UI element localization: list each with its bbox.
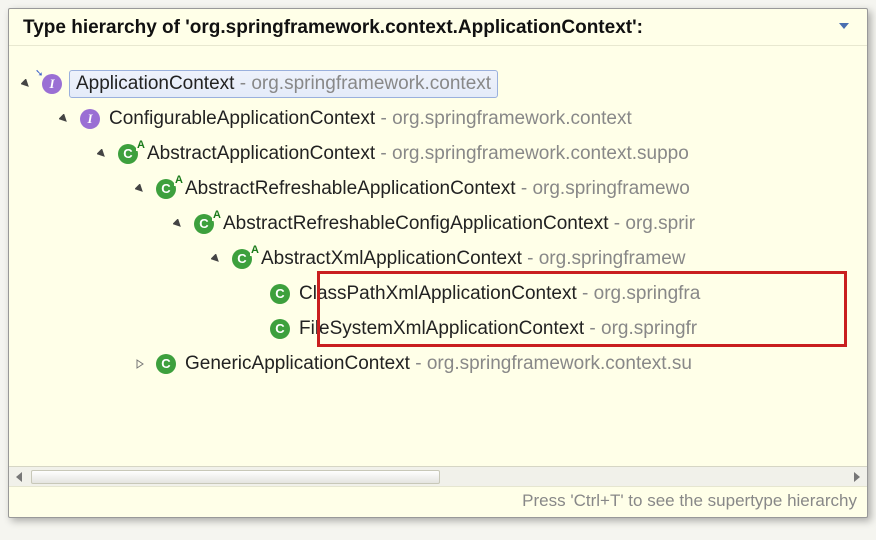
- footer-hint: Press 'Ctrl+T' to see the supertype hier…: [9, 486, 867, 517]
- node-label-group[interactable]: ClassPathXmlApplicationContext - org.spr…: [299, 283, 700, 305]
- class-icon: C: [269, 318, 291, 340]
- node-label-group[interactable]: AbstractXmlApplicationContext - org.spri…: [261, 248, 686, 270]
- collapse-icon[interactable]: [169, 215, 187, 233]
- tree-node[interactable]: CA AbstractRefreshableConfigApplicationCo…: [17, 206, 859, 241]
- node-label-group[interactable]: AbstractRefreshableConfigApplicationCont…: [223, 213, 695, 235]
- separator: -: [584, 318, 601, 339]
- tree-node[interactable]: CA AbstractApplicationContext - org.sprin…: [17, 136, 859, 171]
- dropdown-icon: [837, 21, 851, 31]
- view-title: Type hierarchy of 'org.springframework.c…: [23, 17, 643, 39]
- class-icon: CA: [231, 248, 253, 270]
- node-label-group[interactable]: AbstractRefreshableApplicationContext - …: [185, 178, 690, 200]
- separator: -: [410, 353, 427, 374]
- class-icon: CA: [193, 213, 215, 235]
- node-label-group[interactable]: ApplicationContext - org.springframework…: [69, 70, 498, 98]
- separator: -: [375, 108, 392, 129]
- collapse-icon[interactable]: [131, 180, 149, 198]
- collapse-icon[interactable]: [93, 145, 111, 163]
- package-name: org.springframework.context: [392, 108, 632, 129]
- collapse-icon[interactable]: [55, 110, 73, 128]
- collapse-icon[interactable]: [207, 250, 225, 268]
- tree-node[interactable]: C ClassPathXmlApplicationContext - org.sp…: [17, 276, 859, 311]
- tree-node[interactable]: C FileSystemXmlApplicationContext - org.s…: [17, 311, 859, 346]
- scroll-thumb[interactable]: [31, 470, 440, 484]
- type-name: ClassPathXmlApplicationContext: [299, 283, 577, 304]
- node-label-group[interactable]: FileSystemXmlApplicationContext - org.sp…: [299, 318, 697, 340]
- horizontal-scrollbar[interactable]: [9, 466, 867, 486]
- expand-icon[interactable]: [131, 355, 149, 373]
- separator: -: [522, 248, 539, 269]
- package-name: org.springframewo: [532, 178, 689, 199]
- collapse-icon[interactable]: [17, 75, 35, 93]
- triangle-left-icon: [15, 472, 23, 482]
- package-name: org.springfra: [594, 283, 701, 304]
- package-name: org.springframework.context.su: [427, 353, 692, 374]
- type-name: AbstractApplicationContext: [147, 143, 375, 164]
- package-name: org.springfr: [601, 318, 697, 339]
- hierarchy-tree[interactable]: I➘ApplicationContext - org.springframewo…: [9, 46, 867, 466]
- tree-node[interactable]: I ConfigurableApplicationContext - org.sp…: [17, 101, 859, 136]
- separator: -: [609, 213, 626, 234]
- type-name: ApplicationContext: [76, 73, 234, 94]
- tree-node[interactable]: CA AbstractXmlApplicationContext - org.sp…: [17, 241, 859, 276]
- view-header: Type hierarchy of 'org.springframework.c…: [9, 9, 867, 46]
- class-icon: CA: [117, 143, 139, 165]
- abstract-decorator-icon: A: [250, 244, 260, 256]
- separator: -: [577, 283, 594, 304]
- type-name: FileSystemXmlApplicationContext: [299, 318, 584, 339]
- interface-icon: I➘: [41, 73, 63, 95]
- node-label-group[interactable]: ConfigurableApplicationContext - org.spr…: [109, 108, 632, 130]
- separator: -: [234, 73, 251, 94]
- type-name: ConfigurableApplicationContext: [109, 108, 375, 129]
- node-label-group[interactable]: GenericApplicationContext - org.springfr…: [185, 353, 692, 375]
- scroll-left-button[interactable]: [9, 468, 29, 486]
- type-name: AbstractXmlApplicationContext: [261, 248, 522, 269]
- interface-icon: I: [79, 108, 101, 130]
- tree-node[interactable]: I➘ ApplicationContext - org.springframewo…: [17, 66, 859, 101]
- abstract-decorator-icon: A: [136, 139, 146, 151]
- tree-node[interactable]: CA AbstractRefreshableApplicationContext …: [17, 171, 859, 206]
- package-name: org.springframework.context.suppo: [392, 143, 689, 164]
- class-icon: C: [269, 283, 291, 305]
- type-name: GenericApplicationContext: [185, 353, 410, 374]
- package-name: org.springframework.context: [251, 73, 491, 94]
- scroll-right-button[interactable]: [847, 468, 867, 486]
- abstract-decorator-icon: A: [212, 209, 222, 221]
- class-icon: C: [155, 353, 177, 375]
- type-hierarchy-window: Type hierarchy of 'org.springframework.c…: [8, 8, 868, 518]
- node-label-group[interactable]: AbstractApplicationContext - org.springf…: [147, 143, 689, 165]
- class-icon: CA: [155, 178, 177, 200]
- package-name: org.sprir: [625, 213, 695, 234]
- abstract-decorator-icon: A: [174, 174, 184, 186]
- separator: -: [375, 143, 392, 164]
- view-menu-button[interactable]: [835, 21, 853, 35]
- subtype-arrow-icon: ➘: [35, 68, 43, 79]
- package-name: org.springframew: [539, 248, 686, 269]
- separator: -: [516, 178, 533, 199]
- tree-node[interactable]: C GenericApplicationContext - org.springf…: [17, 346, 859, 381]
- triangle-right-icon: [853, 472, 861, 482]
- type-name: AbstractRefreshableConfigApplicationCont…: [223, 213, 609, 234]
- scroll-track[interactable]: [29, 469, 847, 485]
- type-name: AbstractRefreshableApplicationContext: [185, 178, 516, 199]
